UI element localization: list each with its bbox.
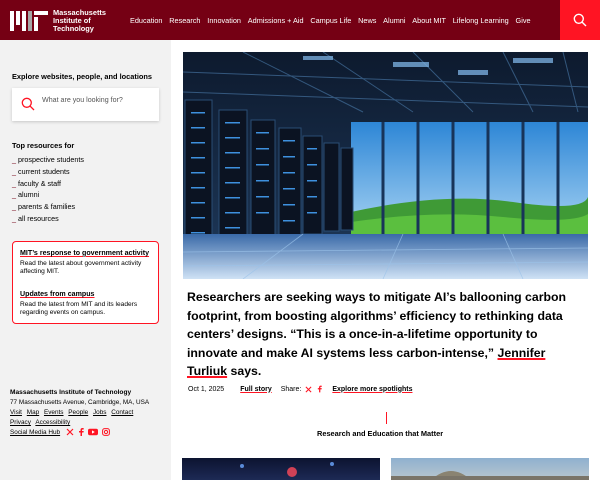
main-nav: Education Research Innovation Admissions… [130, 0, 537, 40]
nav-campus-life[interactable]: Campus Life [310, 16, 351, 25]
resource-link-parents-families[interactable]: _ parents & families [12, 201, 84, 213]
nav-lifelong-learning[interactable]: Lifelong Learning [453, 16, 509, 25]
notice-campus-updates-link[interactable]: Updates from campus [20, 290, 95, 298]
sidebar-footer: Massachusetts Institute of Technology 77… [10, 389, 165, 438]
explore-heading: Explore websites, people, and locations [12, 72, 153, 81]
nav-education[interactable]: Education [130, 16, 162, 25]
nav-admissions-aid[interactable]: Admissions + Aid [248, 16, 304, 25]
footer-link-social-media-hub[interactable]: Social Media Hub [10, 429, 60, 436]
share-label: Share: [280, 385, 302, 393]
share-icons [305, 385, 323, 393]
resource-link-all-resources[interactable]: _ all resources [12, 213, 84, 225]
feature-card-image-2[interactable] [391, 458, 589, 480]
nav-innovation[interactable]: Innovation [207, 16, 241, 25]
facebook-icon[interactable] [78, 428, 84, 437]
resource-link-current-students[interactable]: _ current students [12, 166, 84, 178]
nav-research[interactable]: Research [169, 16, 200, 25]
resources-list: _ prospective students _ current student… [12, 154, 84, 225]
resource-link-prospective-students[interactable]: _ prospective students [12, 154, 84, 166]
resource-link-faculty-staff[interactable]: _ faculty & staff [12, 178, 84, 190]
youtube-icon[interactable] [87, 428, 98, 436]
footer-social-icons [66, 428, 110, 437]
hero-image[interactable] [183, 52, 588, 279]
footer-link-jobs[interactable]: Jobs [93, 409, 107, 416]
footer-link-accessibility[interactable]: Accessibility [35, 419, 70, 426]
footer-link-contact[interactable]: Contact [111, 409, 133, 416]
spotlight-meta: Oct 1, 2025 Full story Share: Explore mo… [188, 385, 412, 393]
footer-link-people[interactable]: People [68, 409, 88, 416]
top-navigation-bar: Massachusetts Institute of Technology Ed… [0, 0, 600, 40]
spotlight-headline: Researchers are seeking ways to mitigate… [187, 290, 567, 379]
facebook-share-icon[interactable] [317, 385, 323, 393]
footer-address: 77 Massachusetts Avenue, Cambridge, MA, … [10, 399, 150, 406]
feature-card-image-1[interactable] [182, 458, 380, 480]
nav-about-mit[interactable]: About MIT [412, 16, 446, 25]
search-placeholder: What are you looking for? [42, 96, 123, 104]
footer-link-visit[interactable]: Visit [10, 409, 22, 416]
section-title: Research and Education that Matter [317, 429, 444, 438]
footer-link-map[interactable]: Map [27, 409, 39, 416]
instagram-icon[interactable] [101, 428, 110, 437]
full-story-link[interactable]: Full story [240, 386, 272, 393]
search-icon [573, 13, 587, 27]
header-search-button[interactable] [560, 0, 600, 40]
notices-box: MIT’s response to government activity Re… [12, 241, 159, 324]
data-center-illustration [183, 52, 588, 279]
nav-give[interactable]: Give [516, 16, 531, 25]
resource-link-alumni[interactable]: _ alumni [12, 189, 84, 201]
notice-government-activity-link[interactable]: MIT’s response to government activity [20, 249, 149, 257]
x-share-icon[interactable] [305, 386, 312, 393]
spotlight-date: Oct 1, 2025 [188, 385, 225, 393]
nav-news[interactable]: News [358, 16, 376, 25]
resources-heading: Top resources for [12, 141, 75, 150]
mit-logo-text: Massachusetts Institute of Technology [53, 8, 106, 33]
footer-link-privacy[interactable]: Privacy [10, 419, 31, 426]
search-icon [21, 97, 35, 111]
footer-institution-name: Massachusetts Institute of Technology [10, 389, 132, 396]
mit-logo-link[interactable]: Massachusetts Institute of Technology [10, 9, 106, 33]
sidebar: Explore websites, people, and locations … [0, 40, 171, 480]
section-divider [386, 412, 387, 424]
footer-links: Visit Map Events People Jobs Contact Pri… [10, 408, 165, 438]
nav-alumni[interactable]: Alumni [383, 16, 405, 25]
mit-logo-mark [10, 11, 48, 31]
feature-image-2-graphic [391, 471, 589, 480]
notice-campus-updates-text: Read the latest from MIT and its leaders… [20, 301, 138, 317]
footer-link-events[interactable]: Events [44, 409, 64, 416]
x-icon[interactable] [66, 428, 74, 436]
notice-government-activity-text: Read the latest about government activit… [20, 260, 142, 276]
feature-image-1-graphic [240, 462, 334, 477]
sidebar-search-field[interactable]: What are you looking for? [12, 88, 159, 121]
explore-more-spotlights-link[interactable]: Explore more spotlights [332, 386, 412, 393]
